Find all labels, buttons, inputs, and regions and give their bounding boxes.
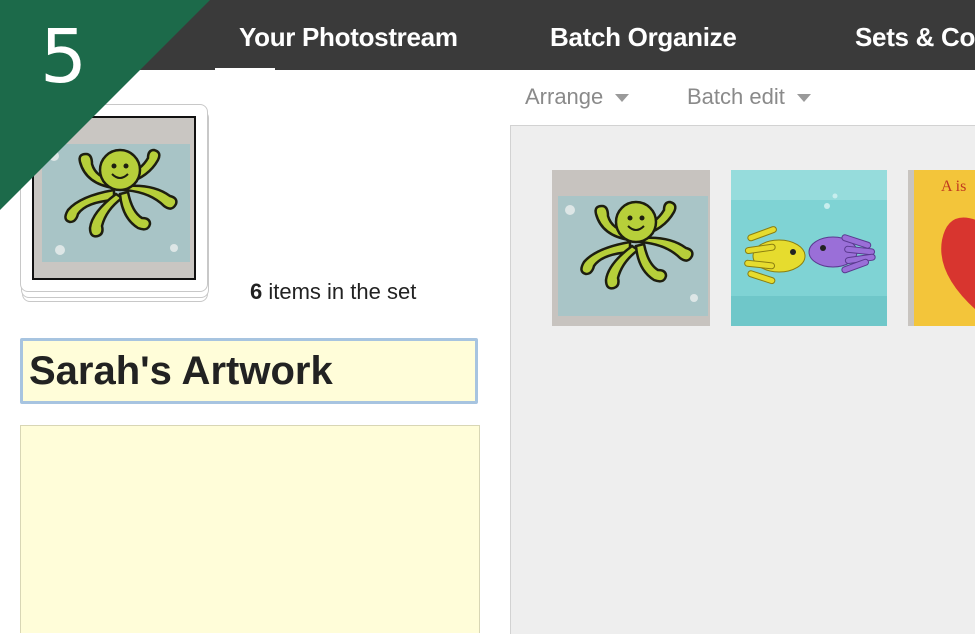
set-cover-photo[interactable] [20, 104, 209, 302]
nav-batch-organize[interactable]: Batch Organize [550, 22, 737, 53]
top-nav-bar: Your Photostream Batch Organize Sets & C… [0, 0, 975, 70]
caret-down-icon [796, 94, 811, 103]
heart-caption: A is [941, 178, 967, 195]
handprint-fish-painting-icon [731, 170, 887, 326]
nav-your-photostream[interactable]: Your Photostream [239, 22, 458, 53]
batch-edit-label: Batch edit [687, 84, 785, 109]
photo-thumbnail-red-heart[interactable]: A is [908, 170, 975, 326]
photo-thumbnail-handprint-fish[interactable] [731, 170, 887, 326]
arrange-label: Arrange [525, 84, 604, 109]
photo-tray[interactable]: A is [510, 125, 975, 634]
active-nav-underline [215, 68, 275, 71]
step-number: 5 [40, 14, 88, 100]
octopus-painting-icon [552, 170, 710, 326]
item-count-suffix: items in the set [262, 279, 417, 304]
set-item-count: 6 items in the set [250, 279, 416, 305]
arrange-dropdown[interactable]: Arrange [525, 84, 630, 110]
batch-edit-dropdown[interactable]: Batch edit [687, 84, 811, 110]
caret-down-icon [615, 94, 630, 103]
set-title-input[interactable] [20, 338, 478, 404]
cover-image [32, 116, 196, 280]
photo-thumbnail-octopus[interactable] [552, 170, 710, 326]
item-count-number: 6 [250, 279, 263, 304]
set-description-input[interactable] [20, 425, 480, 633]
nav-sets-collections[interactable]: Sets & Co [855, 22, 975, 53]
octopus-painting-icon [34, 118, 194, 278]
